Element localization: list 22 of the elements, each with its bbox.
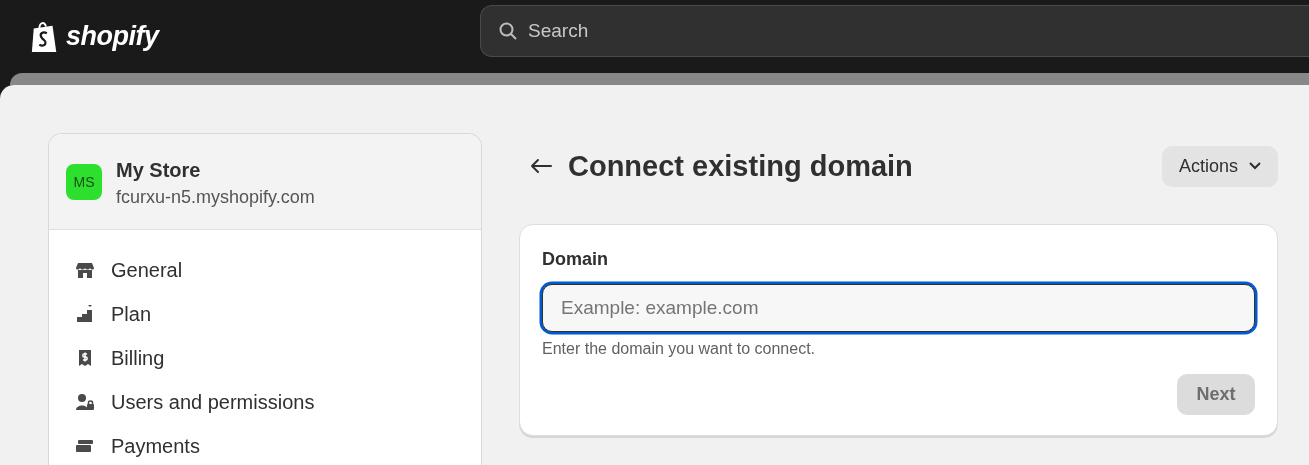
actions-button[interactable]: Actions <box>1161 145 1278 187</box>
field-label: Domain <box>542 249 609 270</box>
domain-input[interactable]: Example: example.com <box>542 284 1255 332</box>
sidebar-item[interactable]: Plan <box>75 292 481 336</box>
search-icon <box>498 20 518 41</box>
store-domain: fcurxu-n5.myshopify.com <box>116 186 315 209</box>
page-title: Connect existing domain <box>568 149 914 183</box>
steps-icon <box>75 304 95 324</box>
store-name: My Store <box>116 158 202 182</box>
store-header[interactable]: MS My Store fcurxu-n5.myshopify.com <box>49 134 481 230</box>
chevron-down-icon <box>1248 161 1262 171</box>
search-field[interactable]: Search <box>480 4 1309 57</box>
sidebar-item[interactable]: Users and permissions <box>75 380 481 424</box>
user-lock-icon <box>75 392 95 412</box>
sidebar-item[interactable]: Payments <box>75 424 481 465</box>
sidebar-item[interactable]: Billing <box>75 336 481 380</box>
store-avatar: MS <box>66 164 102 200</box>
store-icon <box>75 260 95 280</box>
help-text: Enter the domain you want to connect. <box>542 340 817 358</box>
shopify-logo[interactable]: shopify <box>30 19 480 54</box>
sidebar-item[interactable]: General <box>75 248 481 292</box>
back-arrow-icon[interactable] <box>530 158 552 174</box>
